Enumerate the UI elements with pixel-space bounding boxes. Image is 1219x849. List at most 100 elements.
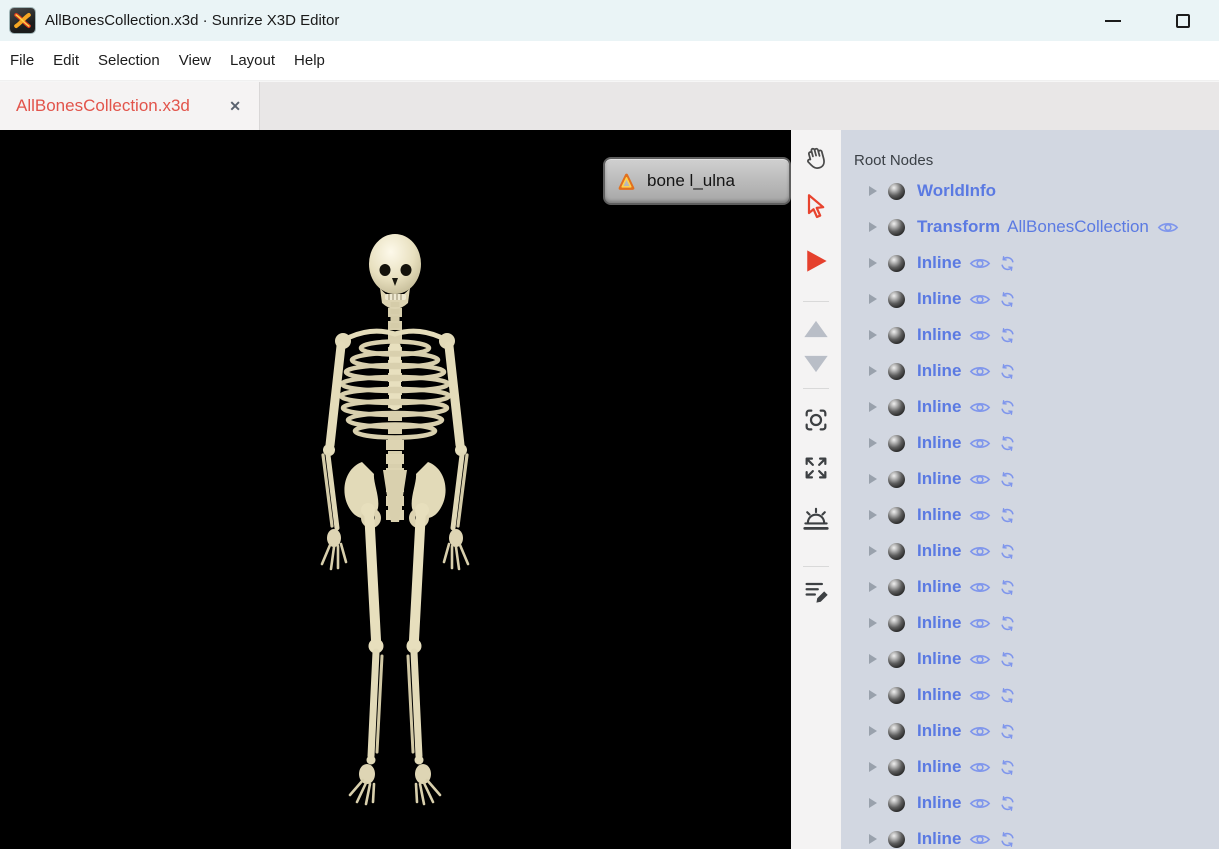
- node-sphere-icon[interactable]: [888, 831, 905, 848]
- tree-row[interactable]: Inline: [841, 749, 1219, 785]
- tree-row[interactable]: WorldInfo: [841, 173, 1219, 209]
- visibility-eye-icon[interactable]: [969, 724, 991, 739]
- tab-close-icon[interactable]: ✕: [225, 96, 245, 117]
- visibility-eye-icon[interactable]: [969, 472, 991, 487]
- node-sphere-icon[interactable]: [888, 363, 905, 380]
- expander-triangle-icon[interactable]: [869, 258, 877, 268]
- expander-triangle-icon[interactable]: [869, 726, 877, 736]
- tree-row[interactable]: Inline: [841, 281, 1219, 317]
- tree-row[interactable]: Inline: [841, 533, 1219, 569]
- node-sphere-icon[interactable]: [888, 687, 905, 704]
- visibility-eye-icon[interactable]: [969, 832, 991, 847]
- menu-help[interactable]: Help: [294, 52, 325, 69]
- reload-icon[interactable]: [999, 327, 1016, 344]
- reload-icon[interactable]: [999, 363, 1016, 380]
- visibility-eye-icon[interactable]: [969, 508, 991, 523]
- node-sphere-icon[interactable]: [888, 399, 905, 416]
- expander-triangle-icon[interactable]: [869, 690, 877, 700]
- node-sphere-icon[interactable]: [888, 543, 905, 560]
- reload-icon[interactable]: [999, 507, 1016, 524]
- reload-icon[interactable]: [999, 543, 1016, 560]
- expander-triangle-icon[interactable]: [869, 618, 877, 628]
- tab-allbonescollection[interactable]: AllBonesCollection.x3d ✕: [0, 82, 260, 130]
- node-sphere-icon[interactable]: [888, 615, 905, 632]
- tree-row[interactable]: Inline: [841, 389, 1219, 425]
- reload-icon[interactable]: [999, 651, 1016, 668]
- fit-view-icon[interactable]: [801, 453, 831, 483]
- visibility-eye-icon[interactable]: [969, 364, 991, 379]
- expander-triangle-icon[interactable]: [869, 474, 877, 484]
- expander-triangle-icon[interactable]: [869, 582, 877, 592]
- node-sphere-icon[interactable]: [888, 723, 905, 740]
- node-sphere-icon[interactable]: [888, 651, 905, 668]
- tree-row[interactable]: Inline: [841, 641, 1219, 677]
- reload-icon[interactable]: [999, 831, 1016, 848]
- maximize-button[interactable]: [1163, 0, 1203, 41]
- reload-icon[interactable]: [999, 615, 1016, 632]
- play-icon[interactable]: [801, 246, 831, 276]
- reload-icon[interactable]: [999, 795, 1016, 812]
- node-sphere-icon[interactable]: [888, 219, 905, 236]
- expander-triangle-icon[interactable]: [869, 222, 877, 232]
- tree-row[interactable]: Inline: [841, 785, 1219, 821]
- tree-row[interactable]: Inline: [841, 569, 1219, 605]
- expander-triangle-icon[interactable]: [869, 510, 877, 520]
- reload-icon[interactable]: [999, 471, 1016, 488]
- minimize-button[interactable]: [1093, 0, 1133, 41]
- expander-triangle-icon[interactable]: [869, 330, 877, 340]
- menu-layout[interactable]: Layout: [230, 52, 275, 69]
- reload-icon[interactable]: [999, 579, 1016, 596]
- visibility-eye-icon[interactable]: [969, 544, 991, 559]
- visibility-eye-icon[interactable]: [969, 760, 991, 775]
- visibility-eye-icon[interactable]: [969, 616, 991, 631]
- expander-triangle-icon[interactable]: [869, 834, 877, 844]
- node-sphere-icon[interactable]: [888, 795, 905, 812]
- tree-row[interactable]: Inline: [841, 353, 1219, 389]
- node-sphere-icon[interactable]: [888, 507, 905, 524]
- expander-triangle-icon[interactable]: [869, 762, 877, 772]
- node-sphere-icon[interactable]: [888, 183, 905, 200]
- tree-row[interactable]: Inline: [841, 497, 1219, 533]
- expander-triangle-icon[interactable]: [869, 546, 877, 556]
- focus-selection-icon[interactable]: [801, 405, 831, 435]
- sunrise-light-icon[interactable]: [801, 504, 831, 534]
- expander-triangle-icon[interactable]: [869, 186, 877, 196]
- visibility-eye-icon[interactable]: [969, 796, 991, 811]
- visibility-eye-icon[interactable]: [969, 688, 991, 703]
- reload-icon[interactable]: [999, 255, 1016, 272]
- visibility-eye-icon[interactable]: [1157, 220, 1179, 235]
- node-sphere-icon[interactable]: [888, 759, 905, 776]
- node-sphere-icon[interactable]: [888, 291, 905, 308]
- expander-triangle-icon[interactable]: [869, 366, 877, 376]
- tree-row[interactable]: Inline: [841, 821, 1219, 849]
- select-tool-icon[interactable]: [801, 191, 831, 221]
- reload-icon[interactable]: [999, 687, 1016, 704]
- node-sphere-icon[interactable]: [888, 327, 905, 344]
- tree-row[interactable]: Inline: [841, 713, 1219, 749]
- tree-row[interactable]: Inline: [841, 677, 1219, 713]
- viewport-3d[interactable]: bone l_ulna: [0, 130, 791, 849]
- expander-triangle-icon[interactable]: [869, 438, 877, 448]
- tree-row[interactable]: Inline: [841, 605, 1219, 641]
- expander-triangle-icon[interactable]: [869, 798, 877, 808]
- reload-icon[interactable]: [999, 291, 1016, 308]
- tree-row[interactable]: Inline: [841, 461, 1219, 497]
- reload-icon[interactable]: [999, 723, 1016, 740]
- menu-selection[interactable]: Selection: [98, 52, 160, 69]
- visibility-eye-icon[interactable]: [969, 292, 991, 307]
- menu-file[interactable]: File: [10, 52, 34, 69]
- tree-row[interactable]: Inline: [841, 317, 1219, 353]
- node-sphere-icon[interactable]: [888, 579, 905, 596]
- move-up-icon[interactable]: [801, 314, 831, 344]
- node-sphere-icon[interactable]: [888, 255, 905, 272]
- expander-triangle-icon[interactable]: [869, 402, 877, 412]
- visibility-eye-icon[interactable]: [969, 400, 991, 415]
- reload-icon[interactable]: [999, 435, 1016, 452]
- menu-view[interactable]: View: [179, 52, 211, 69]
- reload-icon[interactable]: [999, 399, 1016, 416]
- edit-source-icon[interactable]: [801, 576, 831, 606]
- pan-tool-icon[interactable]: [801, 143, 831, 173]
- tree-row[interactable]: Transform AllBonesCollection: [841, 209, 1219, 245]
- visibility-eye-icon[interactable]: [969, 580, 991, 595]
- expander-triangle-icon[interactable]: [869, 654, 877, 664]
